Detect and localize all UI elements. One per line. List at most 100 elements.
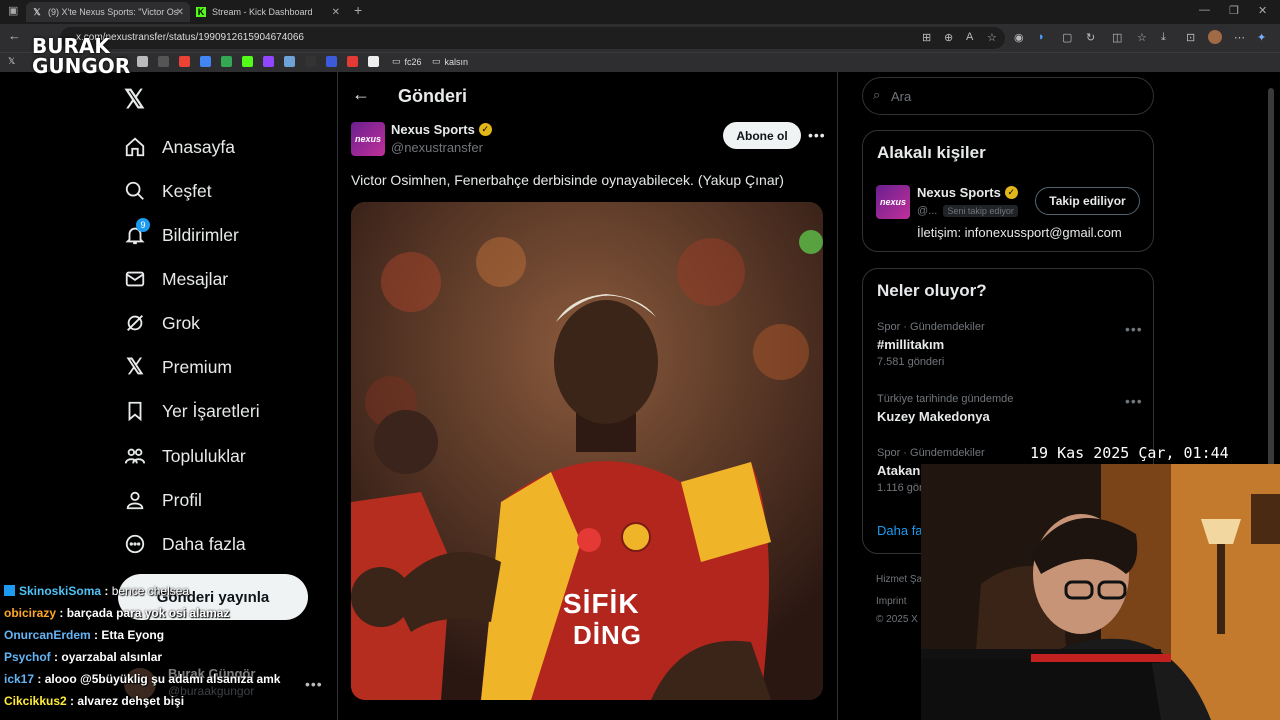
bookmark-label: kalsın (444, 56, 469, 67)
trend-count: 7.581 gönderi (877, 356, 945, 368)
author-name-row[interactable]: Nexus Sports ✓ (391, 122, 492, 137)
nav-item-messages[interactable]: Mesajlar (124, 268, 228, 290)
chat-user: OnurcanErdem (4, 628, 91, 642)
split-screen-icon[interactable]: ◫ (1112, 31, 1122, 44)
card-title: Neler oluyor? (877, 281, 987, 300)
bookmark-icon[interactable] (137, 56, 152, 67)
nav-item-more[interactable]: Daha fazla (124, 533, 246, 555)
maximize-icon[interactable]: ❐ (1229, 4, 1239, 17)
minimize-icon[interactable]: — (1199, 4, 1210, 16)
bookmark-folder-kalsin[interactable]: ▭ kalsın (432, 56, 468, 67)
trend-item[interactable]: Spor · Gündemdekiler #millitakım 7.581 g… (877, 321, 985, 368)
tab-actions-icon[interactable]: ▣ (8, 4, 18, 17)
extension-icon[interactable]: ◉ (1014, 31, 1024, 44)
back-icon[interactable]: ← (8, 28, 21, 43)
trend-item[interactable]: Türkiye tarihinde gündemde Kuzey Makedon… (877, 393, 1013, 424)
logo-line: BURAK (32, 34, 110, 58)
download-icon[interactable]: ⤓ (1161, 31, 1166, 44)
vivaldi-icon[interactable] (347, 56, 362, 67)
copilot-icon[interactable]: ✦ (1257, 31, 1266, 44)
nav-item-profile[interactable]: Profil (124, 489, 202, 511)
chat-text: alooo @5büyüklig şu adamı alsanıza amk (44, 672, 281, 686)
close-icon[interactable]: ✕ (176, 7, 184, 18)
url-input[interactable]: x.com/nexustransfer/status/1990912615904… (60, 27, 1005, 49)
extension-icon[interactable]: ▢ (1062, 31, 1072, 44)
stream-clock: 19 Kas 2025 Çar, 01:44 (1030, 444, 1229, 462)
tab-strip: ▣ 𝕏 (9) X'te Nexus Sports: "Victor Os ✕ … (0, 0, 1280, 24)
related-handle: @... (917, 205, 938, 217)
chat-message: ick17 : alooo @5büyüklig şu adamı alsanı… (4, 672, 281, 686)
bookmark-icon[interactable] (326, 56, 341, 67)
collections-icon[interactable]: ☆ (1137, 31, 1147, 44)
zoom-icon[interactable]: ⊕ (944, 31, 953, 44)
close-icon[interactable]: ✕ (332, 7, 340, 18)
nav-item-premium[interactable]: 𝕏 Premium (124, 354, 232, 379)
nav-label: Yer İşaretleri (162, 400, 260, 421)
following-button[interactable]: Takip ediliyor (1035, 187, 1140, 215)
drive-icon[interactable] (221, 56, 236, 67)
chat-text: Etta Eyong (101, 628, 165, 642)
nav-item-communities[interactable]: Topluluklar (124, 445, 246, 467)
x-logo-icon[interactable]: 𝕏 (124, 84, 145, 115)
related-name: Nexus Sports (917, 185, 1001, 200)
notification-badge: 9 (136, 218, 150, 232)
chat-message: SkinoskiSoma : bence chelsea (4, 584, 189, 598)
bookmark-icon[interactable] (284, 56, 299, 67)
amazon-icon[interactable] (368, 56, 383, 67)
refresh-icon[interactable]: ↻ (1086, 31, 1095, 44)
nav-label: Profil (162, 489, 202, 510)
profile-icon (124, 489, 146, 511)
author-avatar[interactable]: nexus (351, 122, 385, 156)
read-aloud-icon[interactable]: A (966, 31, 973, 43)
communities-icon (124, 445, 146, 467)
trend-more-icon[interactable]: ••• (1125, 321, 1143, 337)
post-more-icon[interactable]: ••• (808, 127, 826, 143)
menu-dots-icon[interactable]: ⋯ (1234, 31, 1245, 44)
subscribe-button[interactable]: Abone ol (723, 122, 801, 149)
trend-more-icon[interactable]: ••• (1125, 393, 1143, 409)
new-tab-icon[interactable]: + (354, 2, 362, 18)
related-name-row[interactable]: Nexus Sports ✓ (917, 185, 1018, 200)
grok-icon (124, 312, 146, 334)
related-people-card: Alakalı kişiler nexus Nexus Sports ✓ @..… (862, 130, 1154, 252)
chat-text: barçada para yok osi alamaz (66, 606, 230, 620)
nav-item-bookmarks[interactable]: Yer İşaretleri (124, 400, 260, 422)
related-handle-row: @... Seni takip ediyor (917, 205, 1018, 217)
nav-item-notifications[interactable]: 9 Bildirimler (124, 218, 239, 246)
grid-icon[interactable]: ⊞ (922, 31, 931, 44)
trend-meta: Türkiye tarihinde gündemde (877, 393, 1014, 405)
browser-tab-kick[interactable]: K Stream - Kick Dashboard ✕ (190, 2, 346, 22)
kick-icon[interactable] (242, 56, 257, 67)
chat-text: alvarez dehşet bişi (77, 694, 185, 708)
post-header: ← Gönderi (338, 72, 837, 122)
x-logo-icon: 𝕏 (126, 354, 144, 379)
docs-icon[interactable] (200, 56, 215, 67)
bookmark-folder-fc26[interactable]: ▭ fc26 (392, 56, 422, 67)
footer-link[interactable]: Imprint (876, 596, 907, 607)
browser-tab-x[interactable]: 𝕏 (9) X'te Nexus Sports: "Victor Os ✕ (26, 2, 190, 22)
favorite-star-icon[interactable]: ☆ (987, 31, 997, 44)
footer-link[interactable]: Hizmet Şar (876, 574, 925, 585)
bookmark-icon[interactable] (158, 56, 173, 67)
window-close-icon[interactable]: ✕ (1258, 4, 1267, 17)
search-input[interactable]: ⌕ Ara (862, 77, 1154, 115)
x-logo-icon: 𝕏 (33, 6, 41, 17)
nav-label: Daha fazla (162, 533, 246, 554)
nav-item-home[interactable]: Anasayfa (124, 136, 235, 158)
post-image[interactable]: SİFİK DİNG (351, 202, 823, 700)
screenshot-icon[interactable]: ⊡ (1186, 31, 1195, 44)
related-avatar[interactable]: nexus (876, 185, 910, 219)
chat-user: Cikcikkus2 (4, 694, 67, 708)
extension-icon[interactable]: ◗ (1038, 31, 1045, 43)
terminal-icon[interactable] (305, 56, 320, 67)
webcam-image (921, 464, 1280, 720)
x-logo-icon[interactable]: 𝕏 (8, 56, 15, 67)
twitch-icon[interactable] (263, 56, 278, 67)
gmail-icon[interactable] (179, 56, 194, 67)
show-more-link[interactable]: Daha fa (877, 523, 923, 538)
nav-item-explore[interactable]: Keşfet (124, 180, 212, 202)
profile-avatar-icon[interactable] (1208, 30, 1222, 44)
folder-icon: ▭ (392, 56, 401, 66)
nav-item-grok[interactable]: Grok (124, 312, 200, 334)
back-arrow-icon[interactable]: ← (352, 84, 370, 105)
